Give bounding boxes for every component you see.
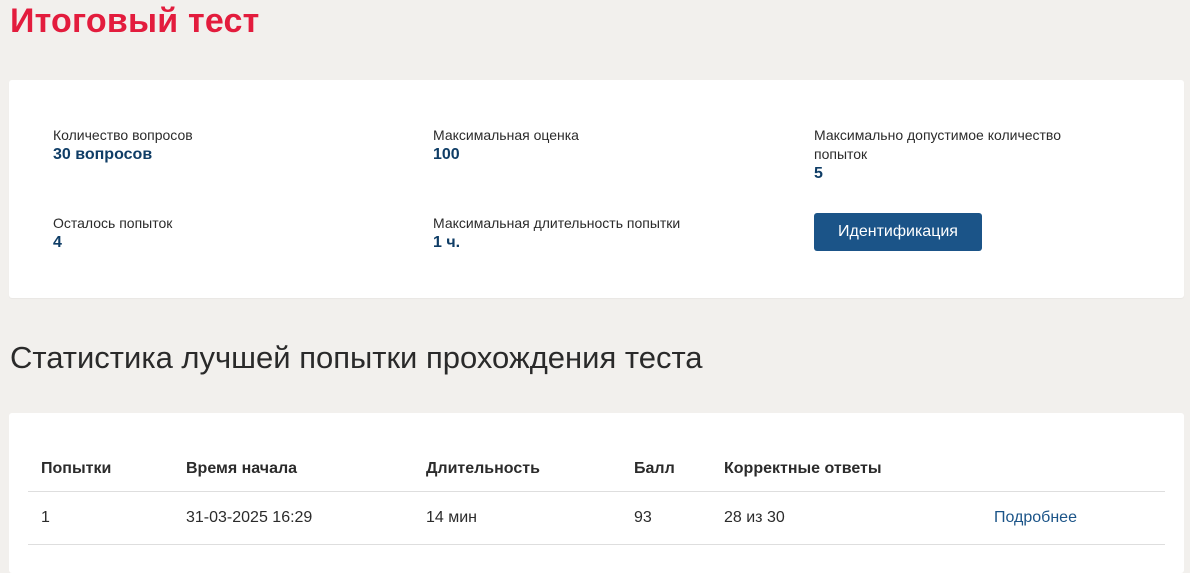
questions-count-value: 30 вопросов	[53, 146, 153, 163]
max-score-value: 100	[433, 146, 460, 163]
stats-section-title: Статистика лучшей попытки прохождения те…	[10, 340, 703, 375]
page-title: Итоговый тест	[10, 2, 260, 40]
identification-button[interactable]: Идентификация	[814, 213, 982, 251]
max-duration-value: 1 ч.	[433, 234, 461, 251]
attempts-table: Попытки Время начала Длительность Балл К…	[28, 448, 1165, 545]
column-header-attempts: Попытки	[28, 448, 173, 492]
max-score-label: Максимальная оценка	[433, 127, 579, 143]
table-header-row: Попытки Время начала Длительность Балл К…	[28, 448, 1165, 492]
max-score: Максимальная оценка 100	[433, 126, 579, 165]
remaining-attempts-label: Осталось попыток	[53, 215, 173, 231]
cell-actions: Подробнее	[994, 491, 1165, 545]
max-duration-label: Максимальная длительность попытки	[433, 215, 681, 231]
questions-count-label: Количество вопросов	[53, 127, 193, 143]
max-attempts-label: Максимально допустимое количество попыто…	[814, 127, 1061, 162]
cell-duration: 14 мин	[413, 491, 621, 545]
questions-count: Количество вопросов 30 вопросов	[53, 126, 193, 165]
column-header-actions	[994, 448, 1165, 492]
details-link[interactable]: Подробнее	[994, 509, 1077, 526]
cell-start-time: 31-03-2025 16:29	[173, 491, 413, 545]
max-attempts: Максимально допустимое количество попыто…	[814, 126, 1114, 184]
stats-card: Попытки Время начала Длительность Балл К…	[9, 413, 1184, 573]
test-info-card: Количество вопросов 30 вопросов Максимал…	[9, 80, 1184, 298]
max-duration: Максимальная длительность попытки 1 ч.	[433, 214, 680, 253]
remaining-attempts: Осталось попыток 4	[53, 214, 172, 253]
column-header-correct-answers: Корректные ответы	[711, 448, 994, 492]
max-attempts-value: 5	[814, 165, 823, 182]
column-header-start-time: Время начала	[173, 448, 413, 492]
remaining-attempts-value: 4	[53, 234, 62, 251]
cell-attempt: 1	[28, 491, 173, 545]
cell-correct-answers: 28 из 30	[711, 491, 994, 545]
column-header-score: Балл	[621, 448, 711, 492]
cell-score: 93	[621, 491, 711, 545]
table-row: 1 31-03-2025 16:29 14 мин 93 28 из 30 По…	[28, 491, 1165, 545]
column-header-duration: Длительность	[413, 448, 621, 492]
